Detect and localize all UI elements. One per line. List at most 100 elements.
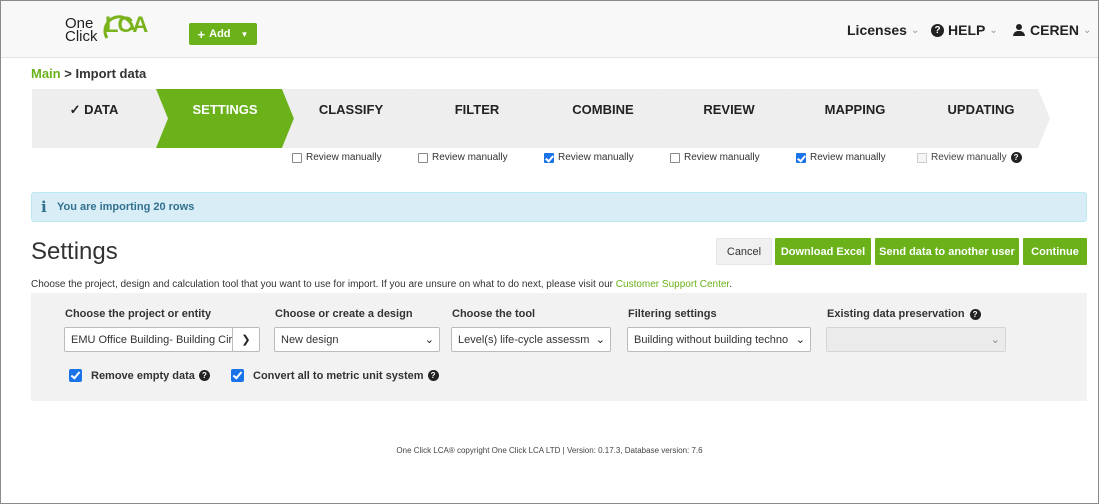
- remove-empty-option[interactable]: Remove empty data ?: [69, 369, 214, 382]
- question-circle-icon[interactable]: ?: [198, 370, 210, 381]
- chevron-down-icon: ⌄: [990, 334, 1000, 346]
- review-checkbox[interactable]: [544, 152, 554, 163]
- send-data-button[interactable]: Send data to another user: [875, 238, 1019, 265]
- step-data[interactable]: ✓ DATA: [32, 89, 168, 148]
- tool-select[interactable]: Level(s) life-cycle assessm ⌄: [451, 327, 611, 352]
- step-classify-shape: [282, 89, 420, 148]
- step-mapping[interactable]: MAPPING: [786, 89, 924, 148]
- top-navbar: One Click LCA + Add ▼ Licenses ⌄ ? HELP …: [1, 1, 1098, 58]
- step-classify[interactable]: CLASSIFY: [282, 89, 420, 148]
- metric-option[interactable]: Convert all to metric unit system ?: [231, 369, 443, 382]
- step-data-shape: [32, 89, 168, 148]
- design-select[interactable]: New design ⌄: [274, 327, 440, 352]
- review-classify[interactable]: Review manually: [292, 152, 382, 163]
- design-select-value: New design: [281, 333, 339, 346]
- settings-help-text: Choose the project, design and calculati…: [31, 279, 732, 290]
- chevron-down-icon: ⌄: [1083, 24, 1092, 36]
- question-circle-icon[interactable]: ?: [969, 308, 981, 320]
- tool-select-value: Level(s) life-cycle assessm: [458, 333, 590, 346]
- question-circle-icon[interactable]: ?: [427, 370, 439, 381]
- logo[interactable]: One Click LCA: [65, 10, 148, 50]
- licenses-label: Licenses: [847, 22, 907, 38]
- step-settings[interactable]: SETTINGS: [156, 89, 294, 148]
- review-label: Review manually: [684, 152, 760, 163]
- add-button-label: Add: [209, 28, 231, 40]
- chevron-down-icon: ⌄: [910, 24, 920, 36]
- review-checkbox[interactable]: [796, 152, 806, 163]
- metric-checkbox[interactable]: [231, 369, 244, 382]
- project-select[interactable]: EMU Office Building- Building Cir: [64, 327, 234, 352]
- help-menu[interactable]: ? HELP ⌄: [931, 22, 998, 38]
- step-filter-label: FILTER: [454, 102, 500, 117]
- filter-label: Filtering settings: [628, 308, 717, 320]
- settings-form-panel: Choose the project or entity EMU Office …: [31, 293, 1087, 401]
- review-label: Review manually: [810, 152, 886, 163]
- step-settings-shape: [156, 89, 294, 148]
- review-label: Review manually: [306, 152, 382, 163]
- chevron-down-icon: ⌄: [424, 334, 434, 346]
- info-icon: i: [41, 198, 47, 216]
- add-button[interactable]: + Add ▼: [189, 23, 257, 45]
- question-circle-icon: ?: [931, 23, 944, 37]
- licenses-menu[interactable]: Licenses ⌄: [847, 22, 919, 38]
- step-review-label: REVIEW: [703, 102, 755, 117]
- review-checkbox[interactable]: [670, 152, 680, 163]
- preservation-label-text: Existing data preservation: [827, 308, 965, 320]
- step-settings-label: SETTINGS: [192, 102, 258, 117]
- customer-support-link[interactable]: Customer Support Center: [616, 279, 729, 290]
- step-classify-label: CLASSIFY: [318, 102, 384, 117]
- continue-button[interactable]: Continue: [1023, 238, 1087, 265]
- project-select-value: EMU Office Building- Building Cir: [71, 333, 233, 346]
- step-combine-shape: [534, 89, 672, 148]
- step-mapping-shape: [786, 89, 924, 148]
- step-review[interactable]: REVIEW: [660, 89, 798, 148]
- project-dropdown-toggle[interactable]: ❯: [232, 327, 260, 352]
- chevron-down-icon: ⌄: [989, 24, 998, 36]
- step-updating[interactable]: UPDATING: [912, 89, 1050, 148]
- step-data-label: ✓ DATA: [69, 102, 119, 117]
- user-menu[interactable]: CEREN ⌄: [1013, 22, 1091, 38]
- breadcrumb-main-link[interactable]: Main: [31, 66, 61, 81]
- chevron-down-icon: ❯: [241, 334, 251, 346]
- review-label: Review manually: [432, 152, 508, 163]
- step-combine-label: COMBINE: [572, 102, 634, 117]
- filter-select[interactable]: Building without building techno ⌄: [627, 327, 811, 352]
- breadcrumb: Main > Import data: [31, 66, 146, 81]
- review-checkbox-disabled: [917, 152, 927, 163]
- import-info-alert: i You are importing 20 rows: [31, 192, 1087, 222]
- step-updating-label: UPDATING: [947, 102, 1015, 117]
- review-label: Review manually: [931, 152, 1007, 163]
- chevron-down-icon: ⌄: [795, 334, 805, 346]
- review-checkbox[interactable]: [292, 152, 302, 163]
- chevron-down-icon: ⌄: [595, 334, 605, 346]
- review-review[interactable]: Review manually: [670, 152, 760, 163]
- breadcrumb-separator: >: [64, 66, 72, 81]
- question-circle-icon[interactable]: ?: [1010, 152, 1022, 163]
- download-excel-button[interactable]: Download Excel: [775, 238, 871, 265]
- page-title: Settings: [31, 238, 118, 265]
- review-combine[interactable]: Review manually: [544, 152, 634, 163]
- step-filter[interactable]: FILTER: [408, 89, 546, 148]
- help-label: HELP: [948, 22, 986, 38]
- wizard-steps: ✓ DATA SETTINGS CLASSIFY FILTER COMBINE …: [32, 89, 1052, 148]
- alert-text: You are importing 20 rows: [57, 201, 195, 213]
- cancel-button[interactable]: Cancel: [716, 238, 772, 265]
- filter-select-value: Building without building techno: [634, 333, 789, 346]
- preservation-label: Existing data preservation ?: [827, 308, 985, 320]
- user-name: CEREN: [1030, 22, 1080, 38]
- logo-mark: LCA: [105, 12, 148, 37]
- review-mapping[interactable]: Review manually: [796, 152, 886, 163]
- caret-down-icon: ▼: [240, 29, 249, 39]
- help-text-body: Choose the project, design and calculati…: [31, 279, 614, 290]
- review-checkbox[interactable]: [418, 152, 428, 163]
- review-filter[interactable]: Review manually: [418, 152, 508, 163]
- project-label: Choose the project or entity: [65, 308, 212, 320]
- remove-empty-checkbox[interactable]: [69, 369, 82, 382]
- user-icon: [1013, 24, 1025, 36]
- logo-line2: Click: [65, 28, 98, 45]
- preservation-select: ⌄: [826, 327, 1006, 352]
- review-label: Review manually: [558, 152, 634, 163]
- step-combine[interactable]: COMBINE: [534, 89, 672, 148]
- metric-label: Convert all to metric unit system: [253, 369, 424, 382]
- footer-copyright: One Click LCA® copyright One Click LCA L…: [396, 446, 703, 455]
